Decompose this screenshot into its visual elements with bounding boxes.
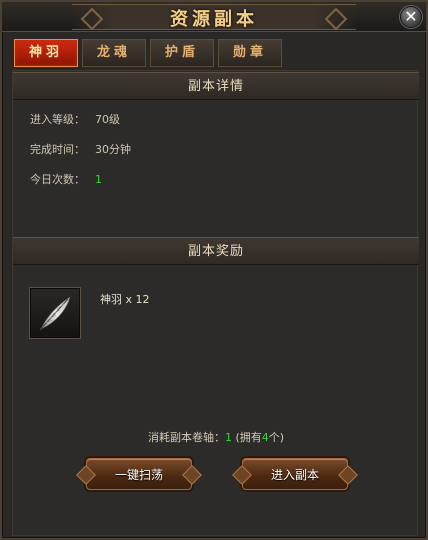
reward-item-name: 神羽 x 12 [100, 293, 150, 306]
time-value: 30分钟 [95, 143, 131, 156]
consume-scroll-text: 消耗副本卷轴：1 (拥有4个) [2, 429, 428, 445]
title-bar: 资源副本 ✕ [2, 2, 426, 32]
details-header: 副本详情 [13, 72, 419, 100]
window-title: 资源副本 [170, 9, 258, 30]
enter-dungeon-button[interactable]: 进入副本 [242, 458, 348, 490]
tab-hudun[interactable]: 护盾 [150, 39, 214, 67]
close-button[interactable]: ✕ [400, 6, 422, 28]
level-row: 进入等级： 70级 [30, 111, 120, 127]
reward-item-slot[interactable] [29, 287, 81, 339]
own-suffix: 个) [268, 431, 285, 444]
tab-longhun[interactable]: 龙魂 [82, 39, 146, 67]
count-row: 今日次数： 1 [30, 171, 102, 187]
resource-dungeon-window: 资源副本 ✕ 神羽 龙魂 护盾 勋章 副本详情 进入等级： 70级 完成时间： 30… [0, 0, 428, 540]
count-value: 1 [95, 173, 102, 186]
tab-shenyu[interactable]: 神羽 [14, 39, 78, 67]
own-count: 4 [261, 431, 269, 444]
time-row: 完成时间： 30分钟 [30, 141, 131, 157]
level-value: 70级 [95, 113, 120, 126]
consume-amount: 1 [224, 431, 232, 444]
time-label: 完成时间： [30, 143, 85, 156]
tab-xunzhang[interactable]: 勋章 [218, 39, 282, 67]
level-label: 进入等级： [30, 113, 85, 126]
close-icon: ✕ [404, 7, 418, 26]
rewards-header: 副本奖励 [13, 237, 419, 265]
consume-prefix: 消耗副本卷轴： [147, 431, 225, 444]
sweep-button[interactable]: 一键扫荡 [86, 458, 192, 490]
own-prefix: (拥有 [235, 431, 262, 444]
feather-icon [39, 296, 71, 331]
count-label: 今日次数： [30, 173, 85, 186]
